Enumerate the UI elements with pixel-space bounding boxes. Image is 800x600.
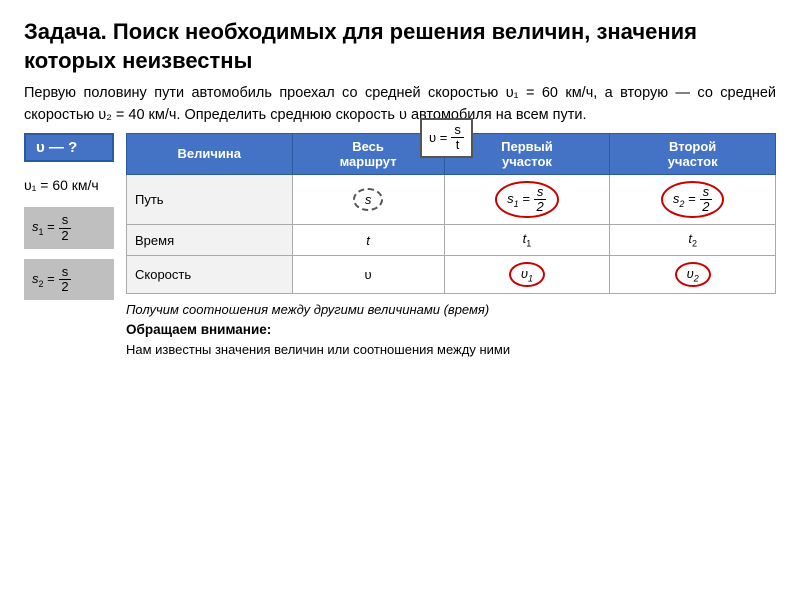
problem-text: Первую половину пути автомобиль проехал … [24,83,776,127]
table-row: Путь s s1 = s 2 [127,174,776,225]
table-row: Время t t1 t2 [127,225,776,256]
bottom-bold: Обращаем внимание: [126,320,776,340]
row-name-time: Время [127,225,293,256]
formula-box: υ = s t [420,118,473,158]
cell-speed-second: υ2 [610,255,776,294]
s1-box: s1 = s 2 [24,207,114,249]
cell-path-whole: s [292,174,444,225]
cell-time-first: t1 [444,225,610,256]
known-v1: υ₁ = 60 км/ч [24,176,114,196]
cell-speed-whole: υ [292,255,444,294]
cell-path-first: s1 = s 2 [444,174,610,225]
col-header-second: Второйучасток [610,133,776,174]
cell-time-whole: t [292,225,444,256]
col-header-name: Величина [127,133,293,174]
row-name-path: Путь [127,174,293,225]
s2-box: s2 = s 2 [24,259,114,301]
cell-speed-first: υ1 [444,255,610,294]
bottom-italic: Получим соотношения между другими величи… [126,300,776,320]
bottom-note: Нам известны значения величин или соотно… [126,340,776,360]
cell-time-second: t2 [610,225,776,256]
unknown-box: υ — ? [24,133,114,162]
cell-path-second: s2 = s 2 [610,174,776,225]
row-name-speed: Скорость [127,255,293,294]
title: Задача. Поиск необходимых для решения ве… [24,18,776,75]
table-row: Скорость υ υ1 υ2 [127,255,776,294]
